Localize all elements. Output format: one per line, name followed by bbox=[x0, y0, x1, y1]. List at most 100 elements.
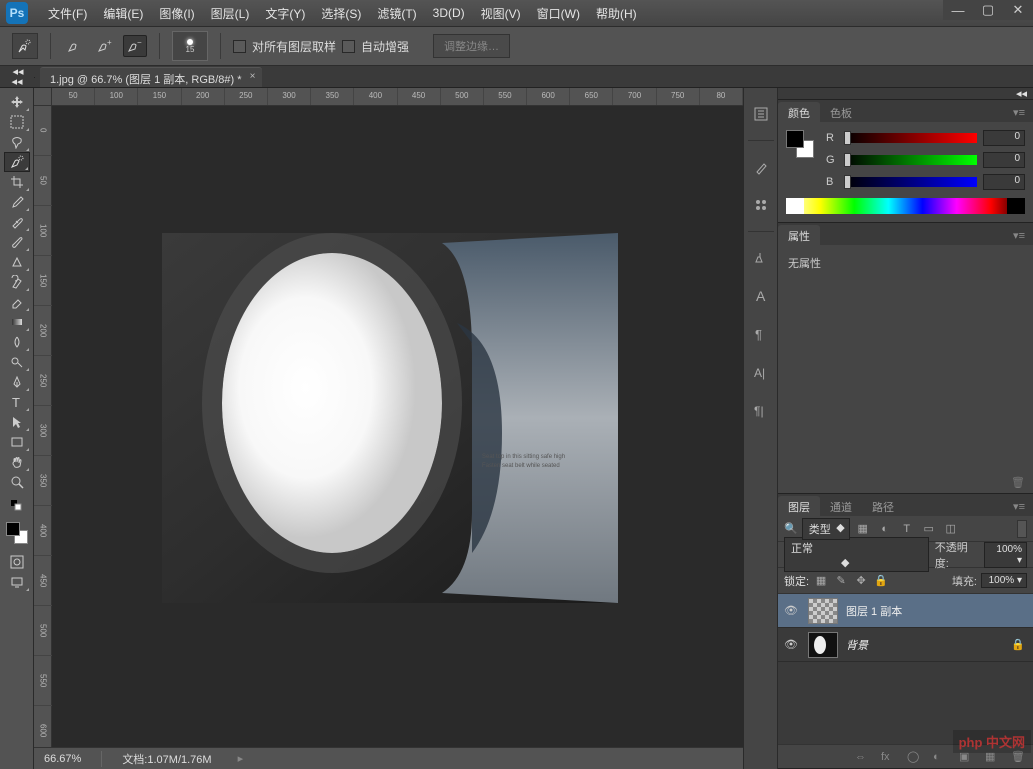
menu-file[interactable]: 文件(F) bbox=[40, 1, 95, 26]
brush-preset-picker[interactable]: 15 bbox=[172, 31, 208, 61]
screen-mode-toggle[interactable] bbox=[4, 572, 30, 592]
layer-name[interactable]: 图层 1 副本 bbox=[846, 603, 1033, 619]
lock-transparent-icon[interactable]: ▦ bbox=[813, 573, 829, 589]
adjustment-layer-icon[interactable]: ◐ bbox=[933, 751, 947, 763]
b-value[interactable]: 0 bbox=[983, 174, 1025, 190]
panel-collapse-handle[interactable]: ◂◂ bbox=[778, 88, 1033, 100]
char-styles-panel-icon[interactable]: A| bbox=[749, 360, 773, 384]
r-value[interactable]: 0 bbox=[983, 130, 1025, 146]
layers-panel-menu-icon[interactable]: ▾≡ bbox=[1005, 497, 1033, 516]
fill-value[interactable]: 100% ▾ bbox=[981, 573, 1027, 588]
paragraph-panel-icon[interactable]: ¶ bbox=[749, 322, 773, 346]
zoom-tool[interactable] bbox=[4, 472, 30, 492]
eraser-tool[interactable] bbox=[4, 292, 30, 312]
document-tab[interactable]: 1.jpg @ 66.7% (图层 1 副本, RGB/8#) * × bbox=[40, 67, 262, 87]
menu-select[interactable]: 选择(S) bbox=[313, 1, 369, 26]
quick-mask-toggle[interactable] bbox=[4, 552, 30, 572]
properties-panel-menu-icon[interactable]: ▾≡ bbox=[1005, 226, 1033, 245]
history-panel-icon[interactable] bbox=[749, 102, 773, 126]
brush-presets-panel-icon[interactable] bbox=[749, 193, 773, 217]
canvas-area[interactable]: 50100 150200 250300 350400 450500 550600… bbox=[34, 88, 743, 769]
menu-type[interactable]: 文字(Y) bbox=[257, 1, 313, 26]
menu-help[interactable]: 帮助(H) bbox=[588, 1, 645, 26]
default-colors-icon[interactable] bbox=[4, 496, 30, 516]
menu-edit[interactable]: 编辑(E) bbox=[95, 1, 151, 26]
pen-tool[interactable] bbox=[4, 372, 30, 392]
layer-effects-icon[interactable]: fx bbox=[881, 751, 895, 763]
menu-image[interactable]: 图像(I) bbox=[151, 1, 202, 26]
ruler-origin[interactable] bbox=[34, 88, 52, 106]
subtract-selection-icon[interactable]: − bbox=[123, 35, 147, 57]
layer-thumbnail[interactable] bbox=[808, 598, 838, 624]
crop-tool[interactable] bbox=[4, 172, 30, 192]
brush-panel-icon[interactable] bbox=[749, 155, 773, 179]
color-panel-swatches[interactable] bbox=[786, 130, 814, 158]
quick-selection-tool[interactable] bbox=[4, 152, 30, 172]
history-brush-tool[interactable] bbox=[4, 272, 30, 292]
new-selection-icon[interactable] bbox=[63, 35, 87, 57]
filter-adjust-icon[interactable]: ◐ bbox=[876, 520, 894, 538]
layer-name[interactable]: 背景 bbox=[846, 637, 1003, 653]
opacity-value[interactable]: 100% ▾ bbox=[984, 542, 1027, 568]
gradient-tool[interactable] bbox=[4, 312, 30, 332]
layer-filter-kind[interactable]: 类型 ◆ bbox=[802, 518, 850, 540]
move-tool[interactable] bbox=[4, 92, 30, 112]
sample-all-layers-checkbox[interactable] bbox=[233, 40, 246, 53]
character-panel-icon[interactable]: A bbox=[749, 284, 773, 308]
dodge-tool[interactable] bbox=[4, 352, 30, 372]
document-canvas[interactable]: Seat top in this sitting safe high Faste… bbox=[162, 233, 618, 603]
lock-all-icon[interactable]: 🔒 bbox=[873, 573, 889, 589]
filter-toggle[interactable] bbox=[1017, 520, 1027, 538]
layer-thumbnail[interactable] bbox=[808, 632, 838, 658]
visibility-toggle-icon[interactable]: 👁 bbox=[782, 604, 800, 617]
minimize-button[interactable]: — bbox=[943, 0, 973, 20]
visibility-toggle-icon[interactable]: 👁 bbox=[782, 638, 800, 651]
r-slider[interactable] bbox=[844, 133, 977, 143]
quick-select-tool-icon[interactable] bbox=[12, 33, 38, 59]
close-tab-icon[interactable]: × bbox=[250, 71, 256, 82]
lock-position-icon[interactable]: ✥ bbox=[853, 573, 869, 589]
maximize-button[interactable]: ▢ bbox=[973, 0, 1003, 20]
document-info[interactable]: 文档:1.07M/1.76M bbox=[122, 751, 211, 767]
blend-mode-select[interactable]: 正常 ◆ bbox=[784, 537, 929, 572]
g-slider[interactable] bbox=[844, 155, 977, 165]
link-layers-icon[interactable]: ⇔ bbox=[855, 751, 869, 763]
menu-layer[interactable]: 图层(L) bbox=[203, 1, 258, 26]
color-spectrum[interactable] bbox=[786, 198, 1025, 214]
filter-shape-icon[interactable]: ▭ bbox=[920, 520, 938, 538]
blur-tool[interactable] bbox=[4, 332, 30, 352]
tab-swatches[interactable]: 色板 bbox=[820, 102, 862, 122]
close-button[interactable]: ✕ bbox=[1003, 0, 1033, 20]
type-tool[interactable]: T bbox=[4, 392, 30, 412]
horizontal-ruler[interactable]: 50100 150200 250300 350400 450500 550600… bbox=[52, 88, 743, 106]
para-styles-panel-icon[interactable]: ¶| bbox=[749, 398, 773, 422]
tab-channels[interactable]: 通道 bbox=[820, 496, 862, 516]
tab-paths[interactable]: 路径 bbox=[862, 496, 904, 516]
properties-trash-icon[interactable]: 🗑 bbox=[1011, 476, 1025, 489]
lock-pixels-icon[interactable]: ✎ bbox=[833, 573, 849, 589]
tab-layers[interactable]: 图层 bbox=[778, 496, 820, 516]
app-logo[interactable]: Ps bbox=[6, 2, 28, 24]
refine-edge-button[interactable]: 调整边缘… bbox=[433, 34, 510, 58]
hand-tool[interactable] bbox=[4, 452, 30, 472]
clone-source-panel-icon[interactable] bbox=[749, 246, 773, 270]
layer-row[interactable]: 👁 图层 1 副本 bbox=[778, 594, 1033, 628]
vertical-ruler[interactable]: 050 100150 200250 300350 400450 500550 6… bbox=[34, 106, 52, 749]
marquee-tool[interactable] bbox=[4, 112, 30, 132]
eyedropper-tool[interactable] bbox=[4, 192, 30, 212]
path-selection-tool[interactable] bbox=[4, 412, 30, 432]
rectangle-tool[interactable] bbox=[4, 432, 30, 452]
add-selection-icon[interactable]: + bbox=[93, 35, 117, 57]
auto-enhance-checkbox[interactable] bbox=[342, 40, 355, 53]
status-menu-icon[interactable]: ▸ bbox=[238, 752, 244, 765]
g-value[interactable]: 0 bbox=[983, 152, 1025, 168]
toolbox-collapse-handle[interactable]: ◂◂ bbox=[0, 76, 34, 88]
brush-tool[interactable] bbox=[4, 232, 30, 252]
foreground-background-color[interactable] bbox=[4, 520, 30, 546]
tab-properties[interactable]: 属性 bbox=[778, 225, 820, 245]
b-slider[interactable] bbox=[844, 177, 977, 187]
menu-filter[interactable]: 滤镜(T) bbox=[369, 1, 424, 26]
menu-3d[interactable]: 3D(D) bbox=[425, 2, 473, 24]
menu-window[interactable]: 窗口(W) bbox=[529, 1, 588, 26]
menu-view[interactable]: 视图(V) bbox=[473, 1, 529, 26]
